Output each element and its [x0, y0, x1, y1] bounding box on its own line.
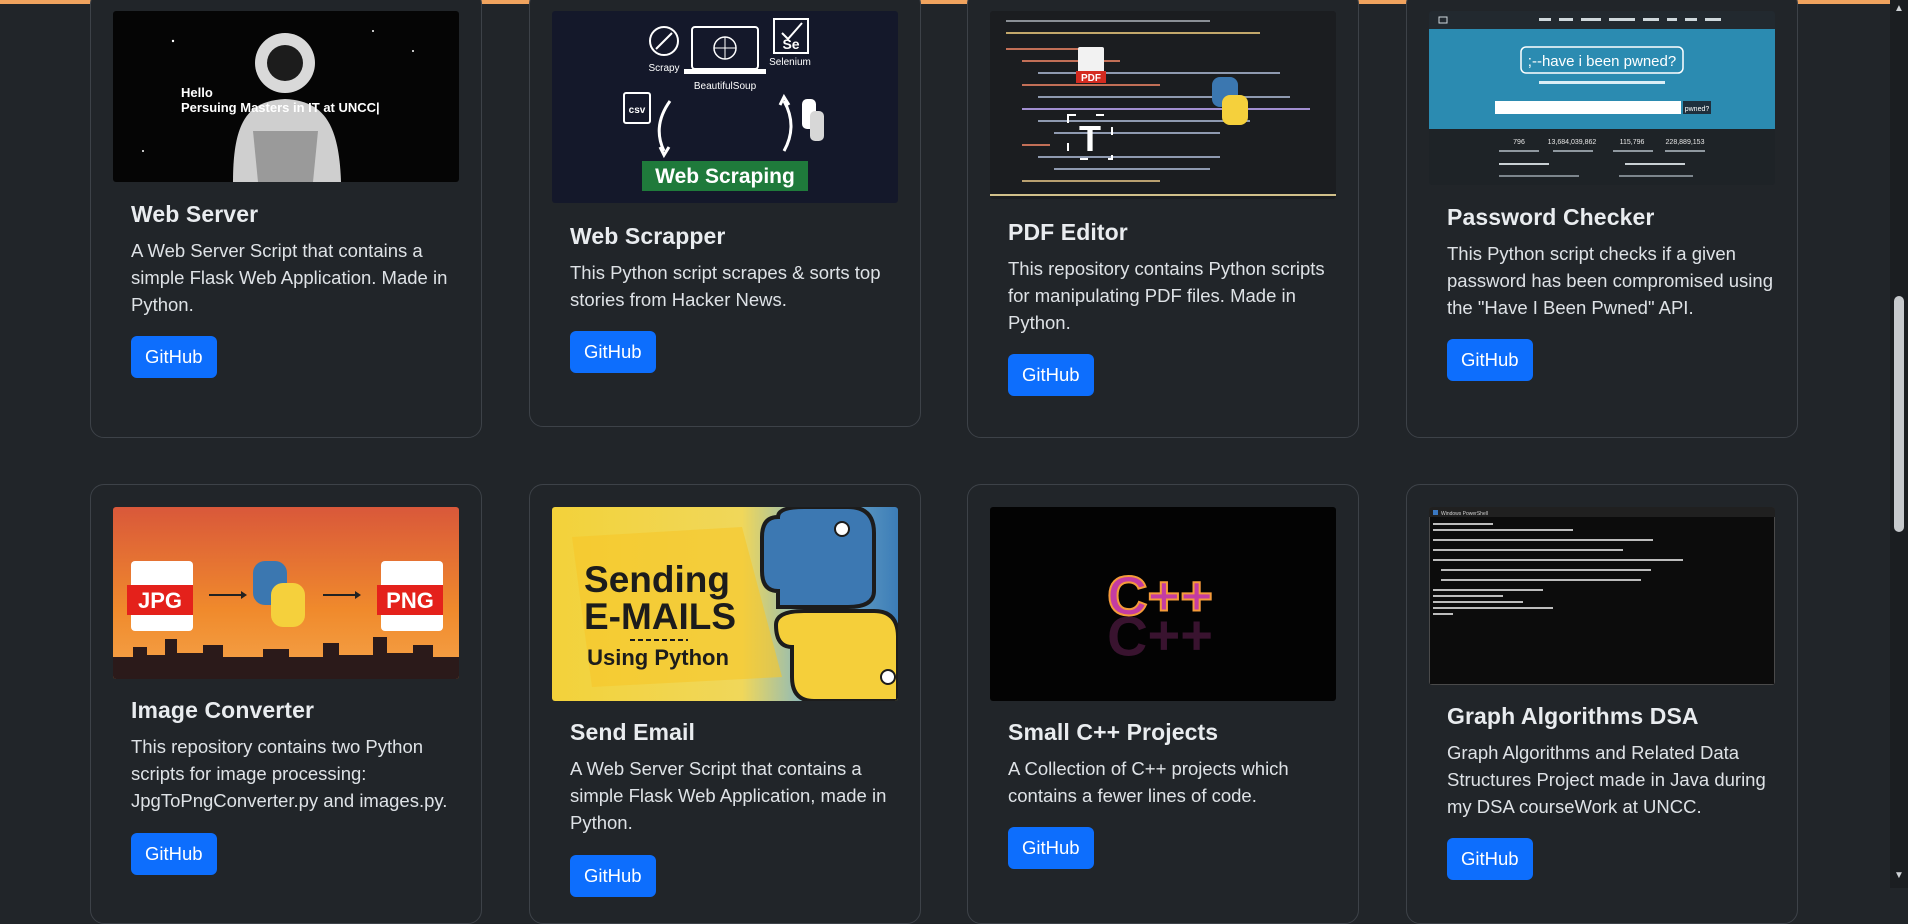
project-card-password-checker: ;--have i been pwned? pwned? 796 13,684,… — [1406, 0, 1798, 438]
send-email-title: Send Email — [570, 719, 695, 745]
image-converter-description: This repository contains two Python scri… — [131, 736, 448, 811]
graph-algorithms-description: Graph Algorithms and Related Data Struct… — [1447, 742, 1766, 817]
send-email-image-text-3: Using Python — [587, 645, 729, 670]
scroll-up-arrow-icon[interactable]: ▲ — [1893, 3, 1905, 15]
project-card-image-converter: JPG PNG Image Converter This repository … — [90, 484, 482, 924]
password-checker-image-text-button: pwned? — [1685, 106, 1710, 113]
web-server-description: A Web Server Script that contains a simp… — [131, 240, 448, 315]
graph-algorithms-thumbnail: Windows PowerShell — [1429, 507, 1775, 685]
web-server-github-button[interactable]: GitHub — [131, 336, 217, 378]
pdf-editor-github-button[interactable]: GitHub — [1008, 354, 1094, 396]
password-checker-image-stat-2: 13,684,039,862 — [1548, 139, 1597, 146]
pdf-editor-image-text-t: T — [1079, 118, 1101, 159]
web-scrapper-image-text-csv: csv — [629, 105, 646, 116]
web-server-thumbnail: Hello Persuing Masters in IT at UNCC| — [113, 11, 459, 182]
project-card-pdf-editor: PDF T PDF Editor This repository contain… — [967, 0, 1359, 438]
scrollbar-thumb[interactable] — [1894, 296, 1904, 532]
pdf-editor-description: This repository contains Python scripts … — [1008, 258, 1325, 333]
password-checker-github-button[interactable]: GitHub — [1447, 339, 1533, 381]
send-email-github-button[interactable]: GitHub — [570, 855, 656, 897]
web-scrapper-title: Web Scrapper — [570, 223, 726, 249]
send-email-image-text-2: E-MAILS — [584, 596, 736, 637]
page-scrollbar[interactable]: ▲ ▼ — [1890, 0, 1908, 888]
projects-grid: Hello Persuing Masters in IT at UNCC| We… — [0, 0, 1890, 924]
password-checker-title: Password Checker — [1447, 204, 1655, 230]
send-email-description: A Web Server Script that contains a simp… — [570, 758, 887, 833]
small-cpp-title: Small C++ Projects — [1008, 719, 1219, 745]
small-cpp-description: A Collection of C++ projects which conta… — [1008, 758, 1289, 806]
image-converter-image-text-jpg: JPG — [138, 588, 182, 613]
small-cpp-github-button[interactable]: GitHub — [1008, 827, 1094, 869]
svg-text:C++: C++ — [1107, 605, 1213, 668]
project-card-small-cpp-projects: C++ C++ Small C++ Projects A Collection … — [967, 484, 1359, 924]
project-card-web-scrapper: Scrapy BeautifulSoup Se Selenium csv Web… — [529, 0, 921, 427]
pdf-editor-image-text-pdf: PDF — [1081, 73, 1101, 84]
image-converter-image-text-png: PNG — [386, 588, 434, 613]
password-checker-thumbnail: ;--have i been pwned? pwned? 796 13,684,… — [1429, 11, 1775, 185]
send-email-thumbnail: Sending E-MAILS Using Python — [552, 507, 898, 701]
web-server-title: Web Server — [131, 201, 259, 227]
graph-algorithms-title: Graph Algorithms DSA — [1447, 703, 1699, 729]
web-scrapper-image-text-banner: Web Scraping — [655, 165, 795, 188]
image-converter-title: Image Converter — [131, 697, 315, 723]
send-email-image-text-1: Sending — [584, 559, 730, 600]
small-cpp-thumbnail: C++ C++ — [990, 507, 1336, 701]
web-scrapper-image-text-scrapy: Scrapy — [648, 63, 679, 74]
password-checker-description: This Python script checks if a given pas… — [1447, 243, 1773, 318]
image-converter-github-button[interactable]: GitHub — [131, 833, 217, 875]
web-server-image-text-2: Persuing Masters in IT at UNCC| — [181, 100, 380, 115]
web-scrapper-image-text-selenium: Selenium — [769, 57, 811, 68]
web-scrapper-image-text-bs: BeautifulSoup — [694, 81, 757, 92]
pdf-editor-title: PDF Editor — [1008, 219, 1128, 245]
project-card-graph-algorithms-dsa: Windows PowerShell Graph Algorithms DSA … — [1406, 484, 1798, 924]
scroll-down-arrow-icon[interactable]: ▼ — [1893, 870, 1905, 882]
graph-algorithms-image-text-title: Windows PowerShell — [1441, 511, 1488, 517]
web-server-image-text-1: Hello — [181, 85, 213, 100]
pdf-editor-thumbnail: PDF T — [990, 11, 1336, 199]
password-checker-image-stat-4: 228,889,153 — [1666, 139, 1705, 146]
project-card-send-email: Sending E-MAILS Using Python Send Email … — [529, 484, 921, 924]
web-scrapper-description: This Python script scrapes & sorts top s… — [570, 262, 881, 310]
password-checker-image-text-heading: ;--have i been pwned? — [1528, 53, 1676, 70]
project-card-web-server: Hello Persuing Masters in IT at UNCC| We… — [90, 0, 482, 438]
web-scrapper-github-button[interactable]: GitHub — [570, 331, 656, 373]
image-converter-thumbnail: JPG PNG — [113, 507, 459, 679]
password-checker-image-stat-3: 115,796 — [1620, 139, 1645, 146]
graph-algorithms-github-button[interactable]: GitHub — [1447, 838, 1533, 880]
web-scrapper-image-text-se: Se — [782, 36, 799, 52]
password-checker-image-stat-1: 796 — [1513, 139, 1525, 146]
web-scrapper-thumbnail: Scrapy BeautifulSoup Se Selenium csv Web… — [552, 11, 898, 203]
